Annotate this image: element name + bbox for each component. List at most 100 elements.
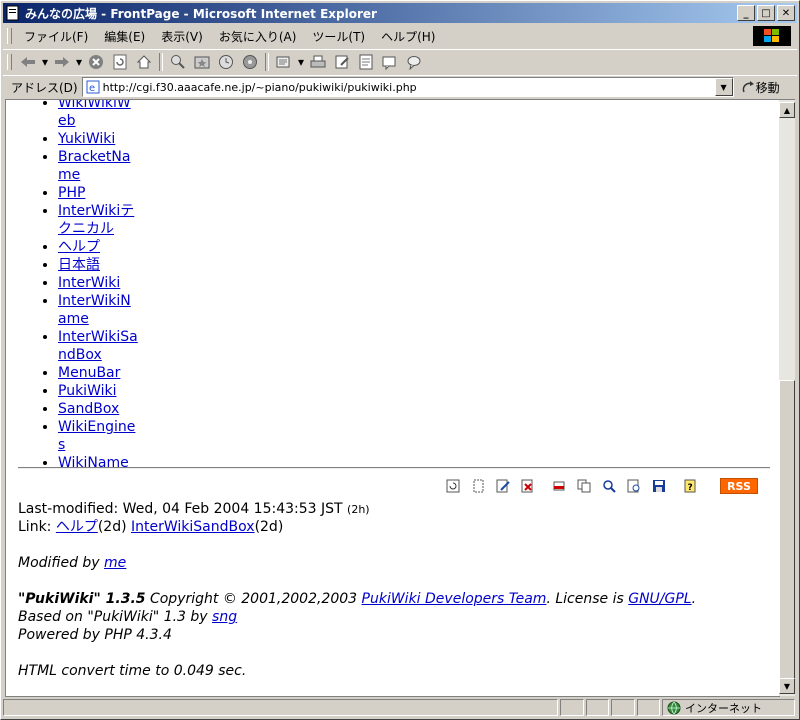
- link-japanese[interactable]: 日本語: [58, 257, 100, 273]
- minimize-button[interactable]: _: [737, 5, 755, 21]
- toolbar-separator: [265, 53, 269, 71]
- backlink-interwikisandbox[interactable]: InterWikiSandBox: [131, 519, 255, 535]
- link-sandbox[interactable]: SandBox: [58, 401, 119, 417]
- search-page-icon[interactable]: [602, 479, 616, 493]
- link-help[interactable]: ヘルプ: [58, 239, 100, 255]
- home-icon[interactable]: [133, 52, 155, 72]
- favorites-icon[interactable]: [191, 52, 213, 72]
- list-item: InterWiki: [58, 274, 138, 292]
- menu-bar: ファイル(F) 編集(E) 表示(V) お気に入り(A) ツール(T) ヘルプ(…: [3, 25, 797, 47]
- based-on-line: Based on "PukiWiki" 1.3 by sng: [18, 608, 778, 626]
- list-item: MenuBar: [58, 364, 138, 382]
- address-dropdown-icon[interactable]: ▼: [714, 78, 733, 96]
- scroll-up-button[interactable]: ▲: [779, 102, 795, 118]
- list-item: BracketName: [58, 148, 138, 184]
- menubar-grip[interactable]: [7, 28, 12, 44]
- address-url[interactable]: http://cgi.f30.aaacafe.ne.jp/~piano/puki…: [103, 81, 715, 94]
- link-wikiengines[interactable]: WikiEngines: [58, 419, 135, 453]
- list-item: PukiWiki: [58, 382, 138, 400]
- based-on-author-link[interactable]: sng: [212, 609, 237, 625]
- status-pane: [636, 699, 660, 716]
- maximize-button[interactable]: □: [757, 5, 775, 21]
- go-label: 移動: [755, 80, 780, 95]
- media-icon[interactable]: [239, 52, 261, 72]
- title-bar: みんなの広場 - FrontPage - Microsoft Internet …: [3, 3, 797, 23]
- mail-dropdown-icon[interactable]: ▾: [297, 52, 305, 72]
- link-bracketname[interactable]: BracketName: [58, 149, 130, 183]
- link-yukiwiki[interactable]: YukiWiki: [58, 131, 115, 147]
- last-modified-age: (2h): [347, 503, 370, 516]
- copy-icon[interactable]: [577, 479, 591, 493]
- globe-icon: [667, 701, 681, 714]
- close-button[interactable]: ✕: [777, 5, 795, 21]
- link-wikiwikiweb[interactable]: WikiWikiWeb: [58, 100, 131, 129]
- link-pukiwiki[interactable]: PukiWiki: [58, 383, 117, 399]
- browser-window: みんなの広場 - FrontPage - Microsoft Internet …: [0, 0, 800, 720]
- link-menubar[interactable]: MenuBar: [58, 365, 120, 381]
- reload-icon[interactable]: [446, 479, 460, 493]
- forward-dropdown-icon[interactable]: ▾: [75, 52, 83, 72]
- history-icon[interactable]: [215, 52, 237, 72]
- link-interwiki[interactable]: InterWiki: [58, 275, 120, 291]
- edit-icon[interactable]: [331, 52, 353, 72]
- toolbar-grip[interactable]: [7, 54, 12, 70]
- backlink-help[interactable]: ヘルプ: [56, 519, 98, 535]
- rss-button[interactable]: RSS: [720, 478, 758, 494]
- discuss-icon[interactable]: [379, 52, 401, 72]
- menu-file[interactable]: ファイル(F): [16, 26, 96, 47]
- window-title: みんなの広場 - FrontPage - Microsoft Internet …: [25, 6, 377, 21]
- edit-page-icon[interactable]: [496, 479, 510, 493]
- messenger-icon[interactable]: [403, 52, 425, 72]
- back-icon[interactable]: [17, 52, 39, 72]
- list-icon[interactable]: [627, 479, 641, 493]
- go-arrow-icon: [742, 81, 754, 93]
- scroll-thumb[interactable]: [779, 380, 795, 682]
- help-icon[interactable]: ?: [683, 479, 697, 493]
- search-icon[interactable]: [167, 52, 189, 72]
- backup-icon[interactable]: [652, 479, 666, 493]
- wiki-page: WikiWikiWeb YukiWiki BracketName PHP Int…: [18, 100, 770, 472]
- vertical-scrollbar[interactable]: ▲ ▼: [779, 99, 795, 696]
- back-dropdown-icon[interactable]: ▾: [41, 52, 49, 72]
- status-bar: インターネット: [3, 698, 797, 717]
- stop-icon[interactable]: [85, 52, 107, 72]
- page-action-icons: ? RSS: [446, 478, 758, 494]
- menu-edit[interactable]: 編集(E): [96, 26, 153, 47]
- list-item: InterWikiSandBox: [58, 328, 138, 364]
- menu-tools[interactable]: ツール(T): [304, 26, 373, 47]
- menu-view[interactable]: 表示(V): [153, 26, 211, 47]
- go-button[interactable]: 移動: [742, 79, 780, 96]
- document-icon[interactable]: [355, 52, 377, 72]
- menu-favorites[interactable]: お気に入り(A): [211, 26, 305, 47]
- attach-icon[interactable]: [552, 479, 566, 493]
- mail-icon[interactable]: [273, 52, 295, 72]
- standard-toolbar: ▾ ▾ ▾: [3, 49, 797, 74]
- status-text-pane: [3, 699, 558, 716]
- link-interwikisandbox[interactable]: InterWikiSandBox: [58, 329, 138, 363]
- copyright-line: "PukiWiki" 1.3.5 Copyright © 2001,2002,2…: [18, 590, 778, 608]
- license-text: . License is: [546, 591, 624, 607]
- refresh-icon[interactable]: [109, 52, 131, 72]
- status-pane: [585, 699, 609, 716]
- print-icon[interactable]: [307, 52, 329, 72]
- diff-icon[interactable]: [521, 479, 535, 493]
- address-label: アドレス(D): [11, 80, 78, 95]
- link-interwiki-technical[interactable]: InterWikiテクニカル: [58, 203, 134, 237]
- modified-by-label: Modified by: [18, 555, 100, 571]
- forward-icon[interactable]: [51, 52, 73, 72]
- address-field[interactable]: e http://cgi.f30.aaacafe.ne.jp/~piano/pu…: [81, 77, 734, 97]
- new-page-icon[interactable]: [471, 479, 485, 493]
- scroll-down-button[interactable]: ▼: [779, 678, 795, 694]
- windows-logo-icon: [753, 26, 791, 46]
- svg-text:?: ?: [688, 483, 693, 493]
- menu-help[interactable]: ヘルプ(H): [373, 26, 443, 47]
- page-viewport: WikiWikiWeb YukiWiki BracketName PHP Int…: [5, 99, 780, 697]
- license-link[interactable]: GNU/GPL: [628, 591, 691, 607]
- list-item: InterWikiテクニカル: [58, 202, 138, 238]
- list-item: WikiWikiWeb: [58, 100, 138, 130]
- dev-team-link[interactable]: PukiWiki Developers Team: [362, 591, 547, 607]
- modified-by-user-link[interactable]: me: [104, 555, 126, 571]
- link-php[interactable]: PHP: [58, 185, 85, 201]
- link-interwikiname[interactable]: InterWikiName: [58, 293, 131, 327]
- last-modified-text: Last-modified: Wed, 04 Feb 2004 15:43:53…: [18, 501, 343, 517]
